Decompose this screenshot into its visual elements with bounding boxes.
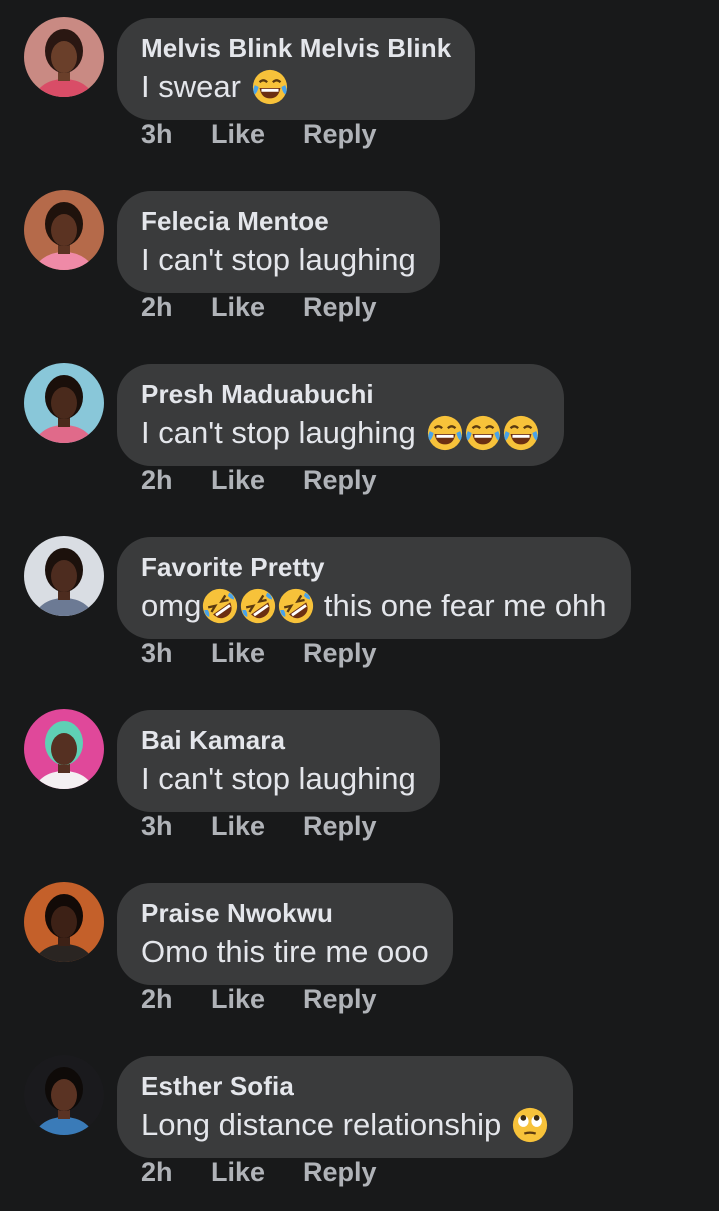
avatar[interactable]	[24, 190, 104, 270]
comment-bubble: Felecia Mentoe I can't stop laughing	[117, 191, 440, 293]
comment-timestamp[interactable]: 3h	[141, 638, 211, 669]
comment-text-segment: I can't stop laughing	[141, 415, 416, 450]
comment-author[interactable]: Favorite Pretty	[141, 551, 607, 583]
avatar[interactable]	[24, 17, 104, 97]
comment-bubble: Melvis Blink Melvis Blink I swear	[117, 18, 476, 120]
reply-button[interactable]: Reply	[303, 984, 377, 1015]
comment-6: Praise Nwokwu Omo this tire me ooo 2h Li…	[0, 865, 719, 1038]
avatar[interactable]	[24, 1055, 104, 1135]
comment-text: I can't stop laughing	[141, 412, 540, 454]
tears-of-joy-emoji-icon	[502, 414, 540, 452]
comment-3: Presh Maduabuchi I can't stop laughing 2…	[0, 346, 719, 519]
comment-actions: 3h Like Reply	[141, 635, 377, 671]
like-button[interactable]: Like	[211, 638, 303, 669]
tears-of-joy-emoji-icon	[464, 414, 502, 452]
tears-of-joy-emoji-icon	[426, 414, 464, 452]
comment-author[interactable]: Praise Nwokwu	[141, 897, 429, 929]
reply-button[interactable]: Reply	[303, 638, 377, 669]
comment-text: omg this one fear me ohh	[141, 585, 607, 627]
comment-timestamp[interactable]: 2h	[141, 465, 211, 496]
like-button[interactable]: Like	[211, 1157, 303, 1188]
comment-timestamp[interactable]: 2h	[141, 984, 211, 1015]
comment-text: I swear	[141, 66, 451, 108]
eye-roll-emoji-icon	[511, 1106, 549, 1144]
avatar[interactable]	[24, 536, 104, 616]
rolling-laughing-emoji-icon	[277, 587, 315, 625]
comment-bubble: Esther Sofia Long distance relationship	[117, 1056, 574, 1158]
comment-bubble: Bai Kamara I can't stop laughing	[117, 710, 440, 812]
like-button[interactable]: Like	[211, 984, 303, 1015]
reply-button[interactable]: Reply	[303, 292, 377, 323]
rolling-laughing-emoji-icon	[201, 587, 239, 625]
comment-text: Omo this tire me ooo	[141, 931, 429, 973]
comment-bubble: Presh Maduabuchi I can't stop laughing	[117, 364, 564, 466]
comment-5: Bai Kamara I can't stop laughing 3h Like…	[0, 692, 719, 865]
comment-timestamp[interactable]: 3h	[141, 119, 211, 150]
tears-of-joy-emoji-icon	[251, 68, 289, 106]
comment-timestamp[interactable]: 3h	[141, 811, 211, 842]
comment-text-segment: Long distance relationship	[141, 1107, 502, 1142]
comment-actions: 3h Like Reply	[141, 116, 377, 152]
comment-actions: 2h Like Reply	[141, 289, 377, 325]
comment-actions: 2h Like Reply	[141, 462, 377, 498]
reply-button[interactable]: Reply	[303, 1157, 377, 1188]
comment-text: I can't stop laughing	[141, 239, 416, 281]
comment-text-segment: omg	[141, 588, 202, 623]
comment-bubble: Favorite Pretty omg this one fear me ohh	[117, 537, 631, 639]
like-button[interactable]: Like	[211, 465, 303, 496]
like-button[interactable]: Like	[211, 292, 303, 323]
comment-author[interactable]: Presh Maduabuchi	[141, 378, 540, 410]
rolling-laughing-emoji-icon	[239, 587, 277, 625]
comment-1: Melvis Blink Melvis Blink I swear 3h Lik…	[0, 0, 719, 173]
comment-actions: 3h Like Reply	[141, 808, 377, 844]
comment-text-segment: I can't stop laughing	[141, 242, 416, 277]
comment-4: Favorite Pretty omg this one fear me ohh…	[0, 519, 719, 692]
comment-author[interactable]: Esther Sofia	[141, 1070, 549, 1102]
comment-actions: 2h Like Reply	[141, 981, 377, 1017]
comment-actions: 2h Like Reply	[141, 1154, 377, 1190]
avatar[interactable]	[24, 882, 104, 962]
like-button[interactable]: Like	[211, 119, 303, 150]
comment-text: Long distance relationship	[141, 1104, 549, 1146]
comment-text-segment: this one fear me ohh	[315, 588, 607, 623]
comment-text-segment: Omo this tire me ooo	[141, 934, 429, 969]
comment-author[interactable]: Melvis Blink Melvis Blink	[141, 32, 451, 64]
avatar[interactable]	[24, 363, 104, 443]
comment-author[interactable]: Bai Kamara	[141, 724, 416, 756]
reply-button[interactable]: Reply	[303, 811, 377, 842]
comment-text: I can't stop laughing	[141, 758, 416, 800]
avatar[interactable]	[24, 709, 104, 789]
reply-button[interactable]: Reply	[303, 465, 377, 496]
comment-bubble: Praise Nwokwu Omo this tire me ooo	[117, 883, 453, 985]
comment-timestamp[interactable]: 2h	[141, 1157, 211, 1188]
comment-2: Felecia Mentoe I can't stop laughing 2h …	[0, 173, 719, 346]
comment-text-segment: I can't stop laughing	[141, 761, 416, 796]
reply-button[interactable]: Reply	[303, 119, 377, 150]
comment-7: Esther Sofia Long distance relationship …	[0, 1038, 719, 1211]
comment-timestamp[interactable]: 2h	[141, 292, 211, 323]
comment-text-segment: I swear	[141, 69, 241, 104]
comment-author[interactable]: Felecia Mentoe	[141, 205, 416, 237]
like-button[interactable]: Like	[211, 811, 303, 842]
